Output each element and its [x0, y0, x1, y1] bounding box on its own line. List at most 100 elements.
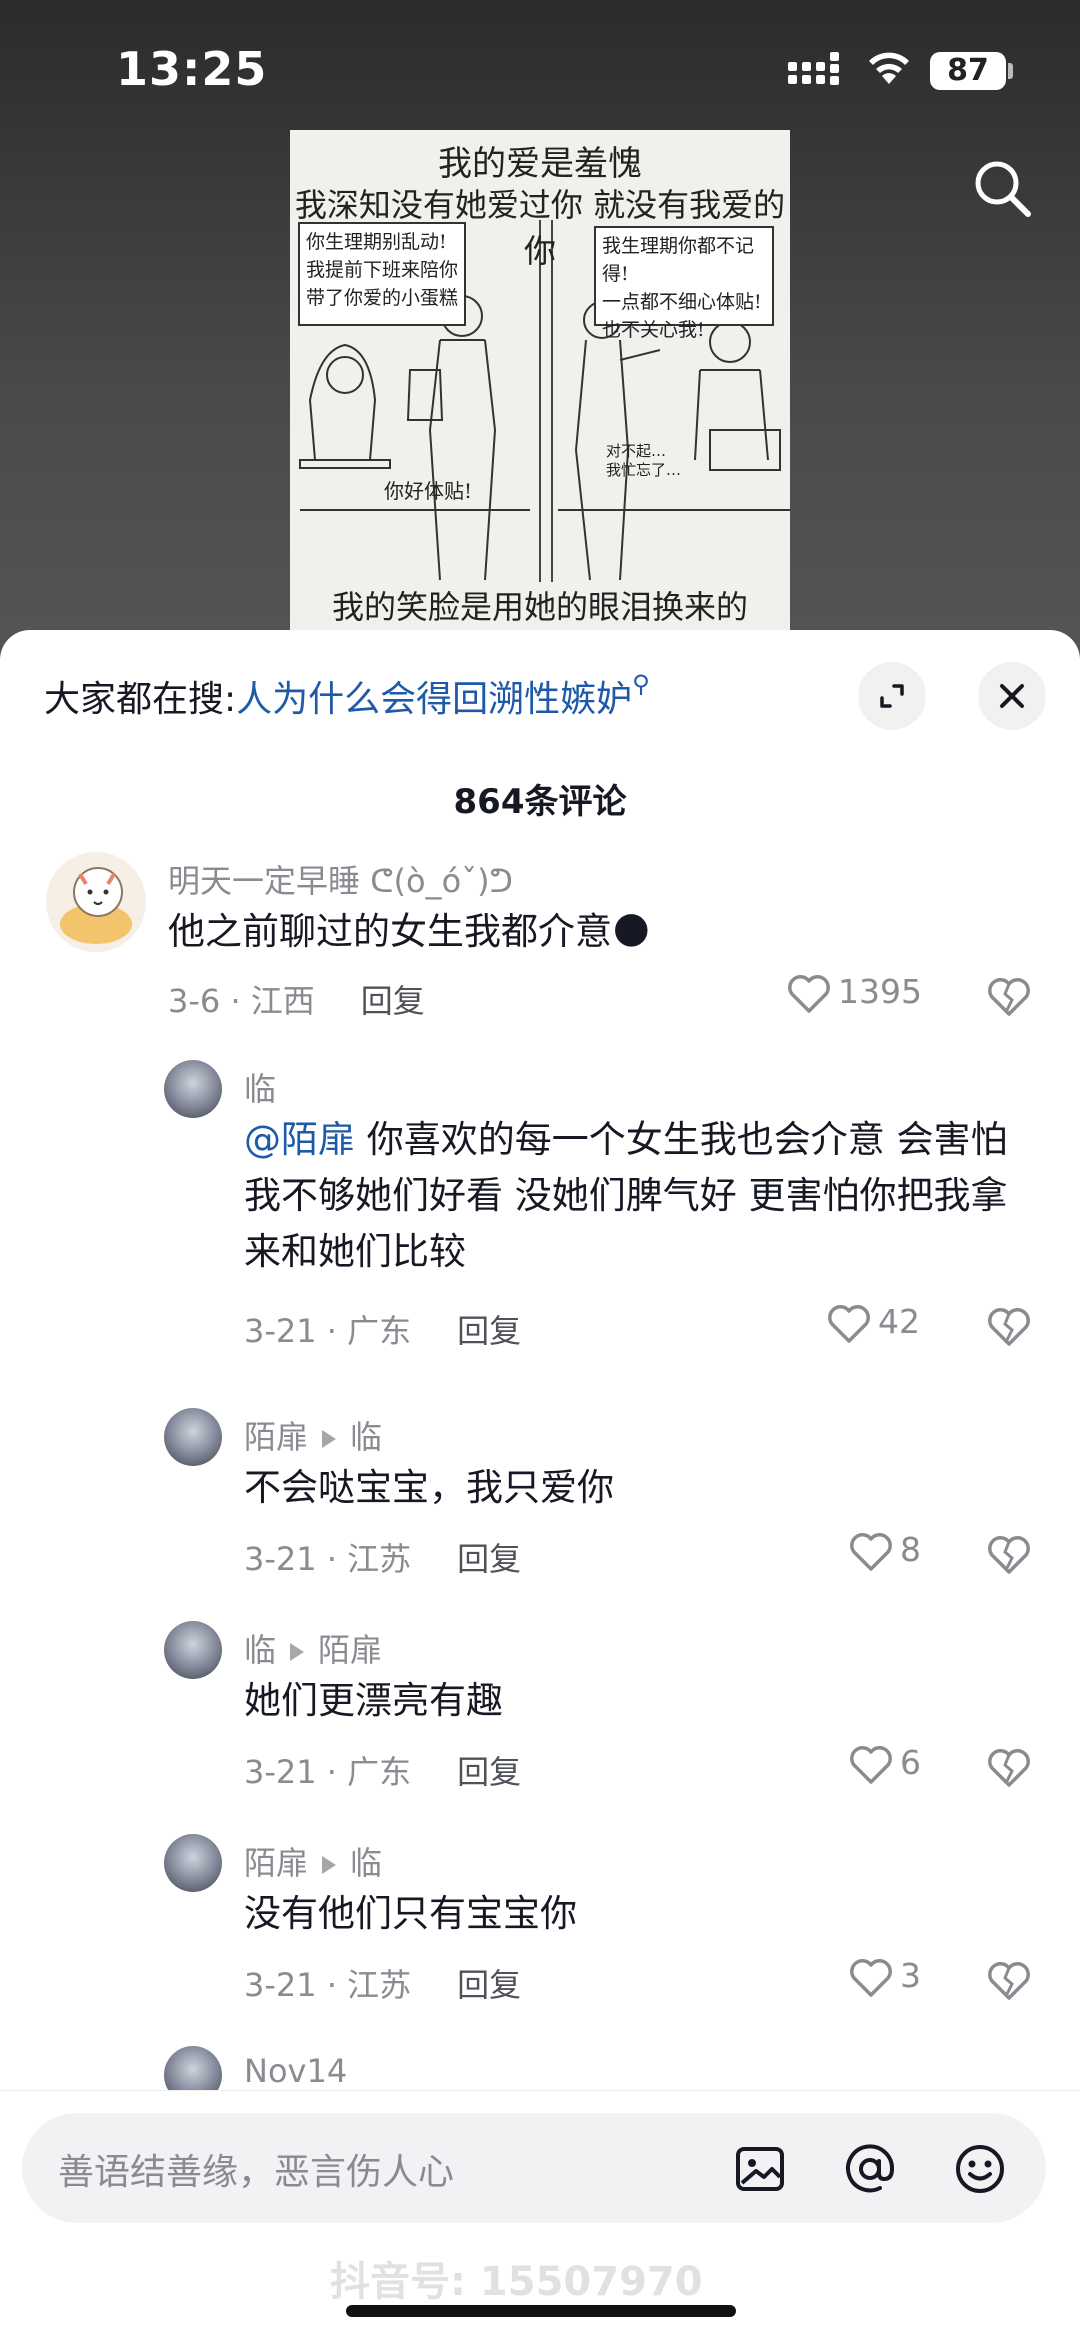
comment-date-location: 3-21 · 江苏	[244, 1540, 412, 1578]
broken-heart-icon[interactable]	[986, 1534, 1032, 1576]
reply-button[interactable]: 回复	[457, 1753, 521, 1791]
reply-author[interactable]: 临	[244, 1631, 276, 1669]
heart-icon	[850, 1745, 892, 1784]
like-button[interactable]: 8	[848, 1530, 921, 1573]
comment-text-body: 你喜欢的每一个女生我也会介意 会害怕我不够她们好看 没她们脾气好 更害怕你把我拿…	[244, 1118, 1008, 1273]
comment-text: 不会哒宝宝，我只爱你	[244, 1466, 614, 1509]
comment-date-location: 3-21 · 广东	[244, 1312, 412, 1350]
like-button[interactable]: 42	[826, 1302, 920, 1345]
reply-arrow-icon	[322, 1430, 337, 1448]
douyin-watermark: 抖音号: 15507970	[330, 2259, 703, 2305]
comment-meta: 3-21 · 广东 回复	[244, 1306, 521, 1352]
avatar[interactable]	[46, 852, 146, 952]
reply-target[interactable]: 临	[350, 1418, 382, 1456]
comment-meta: 3-6 · 江西 回复	[168, 976, 425, 1022]
mention-link[interactable]: @陌扉	[244, 1118, 355, 1161]
search-icon[interactable]	[970, 156, 1034, 220]
reply-button[interactable]: 回复	[457, 1966, 521, 2004]
comment-meta: 3-21 · 广东 回复	[244, 1747, 521, 1793]
comment-meta: 3-21 · 江苏 回复	[244, 1534, 521, 1580]
comment-date-location: 3-21 · 江苏	[244, 1966, 412, 2004]
reply-item[interactable]: 临 陌扉 她们更漂亮有趣 3-21 · 广东 回复 6	[0, 1621, 1080, 1791]
close-icon	[1000, 684, 1024, 708]
close-button[interactable]	[978, 662, 1046, 730]
reply-author[interactable]: 陌扉	[244, 1844, 308, 1882]
comment-text: 她们更漂亮有趣	[244, 1679, 503, 1722]
broken-heart-icon[interactable]	[986, 1960, 1032, 2002]
reply-button[interactable]: 回复	[361, 982, 425, 1020]
broken-heart-icon[interactable]	[986, 1306, 1032, 1348]
comment-text: 他之前聊过的女生我都介意🌑	[168, 904, 1028, 960]
home-indicator[interactable]	[346, 2305, 736, 2317]
comic-title: 我的爱是羞愧	[438, 144, 642, 184]
reply-arrow-icon	[322, 1856, 337, 1874]
avatar[interactable]	[164, 1621, 222, 1679]
heart-icon	[850, 1958, 892, 1997]
status-time: 13:25	[116, 42, 268, 96]
reply-target[interactable]: 临	[350, 1844, 382, 1882]
comic-bottom-caption: 我的笑脸是用她的眼泪换来的	[331, 588, 748, 626]
battery-tip	[1008, 63, 1013, 79]
comment-input-placeholder: 善语结善缘，恶言伤人心	[58, 2152, 455, 2193]
at-icon[interactable]	[842, 2141, 898, 2197]
heart-icon	[850, 1532, 892, 1571]
expand-button[interactable]	[858, 662, 926, 730]
comment-date-location: 3-21 · 广东	[244, 1753, 412, 1791]
reply-button[interactable]: 回复	[457, 1540, 521, 1578]
like-count: 6	[900, 1743, 921, 1782]
like-count: 3	[900, 1956, 921, 1995]
comment-input-bar: 善语结善缘，恶言伤人心 抖音号: 15507970	[0, 2090, 1080, 2337]
reply-target[interactable]: 陌扉	[318, 1631, 382, 1669]
reply-item[interactable]: 陌扉 临 不会哒宝宝，我只爱你 3-21 · 江苏 回复 8	[0, 1408, 1080, 1578]
comment-username[interactable]: 陌扉 临	[244, 1838, 382, 1884]
like-button[interactable]: 3	[848, 1956, 921, 1999]
reply-button[interactable]: 回复	[457, 1312, 521, 1350]
comic-caption-left: 你好体贴!	[384, 479, 473, 503]
reply-item[interactable]: 临 @陌扉 你喜欢的每一个女生我也会介意 会害怕我不够她们好看 没她们脾气好 更…	[0, 1060, 1080, 1380]
like-button[interactable]: 6	[848, 1743, 921, 1786]
comment-username[interactable]: Nov14	[244, 2052, 347, 2090]
like-button[interactable]: 1395	[786, 972, 922, 1015]
reply-arrow-icon	[290, 1643, 305, 1661]
comment-count: 864条评论	[453, 782, 627, 822]
avatar[interactable]	[164, 1834, 222, 1892]
heart-icon	[828, 1304, 870, 1343]
speech-bubble-right: 我生理期你都不记得! 一点都不细心体贴! 也不关心我!	[594, 226, 774, 341]
comment-text: 没有他们只有宝宝你	[244, 1892, 577, 1935]
cellular-signal-icon	[788, 52, 839, 85]
comment-input[interactable]: 善语结善缘，恶言伤人心	[22, 2113, 1046, 2223]
hot-search-magnifier-icon: ⚲	[632, 670, 650, 698]
reply-item[interactable]: 陌扉 临 没有他们只有宝宝你 3-21 · 江苏 回复 3	[0, 1834, 1080, 2004]
battery-indicator: 87	[930, 52, 1006, 90]
hot-search-prefix: 大家都在搜:	[44, 679, 237, 720]
like-count: 1395	[838, 972, 922, 1011]
heart-icon	[788, 974, 830, 1013]
avatar[interactable]	[164, 1060, 222, 1118]
comment-username[interactable]: 陌扉 临	[244, 1412, 382, 1458]
image-icon[interactable]	[732, 2141, 788, 2197]
broken-heart-icon[interactable]	[986, 1747, 1032, 1789]
comic-caption-right: 对不起… 我忙忘了…	[606, 442, 682, 479]
avatar[interactable]	[164, 1408, 222, 1466]
emoji-icon[interactable]	[952, 2141, 1008, 2197]
video-frame-comic[interactable]: 我的爱是羞愧 我深知没有她爱过你 就没有我爱的你 你生理期别乱动! 我提前下班来…	[290, 130, 790, 650]
wifi-icon	[869, 52, 909, 84]
comment-meta: 3-21 · 江苏 回复	[244, 1960, 521, 2006]
new-moon-emoji-icon: 🌑	[612, 910, 651, 953]
comment-username[interactable]: 临	[244, 1064, 276, 1110]
like-count: 42	[878, 1302, 920, 1341]
reply-author[interactable]: 陌扉	[244, 1418, 308, 1456]
comment-text: @陌扉 你喜欢的每一个女生我也会介意 会害怕我不够她们好看 没她们脾气好 更害怕…	[244, 1112, 1024, 1280]
expand-icon	[880, 684, 904, 708]
speech-bubble-left: 你生理期别乱动! 我提前下班来陪你 带了你爱的小蛋糕	[298, 222, 466, 326]
comment-username[interactable]: 临 陌扉	[244, 1625, 382, 1671]
comment-date-location: 3-6 · 江西	[168, 982, 315, 1020]
comment-text-body: 他之前聊过的女生我都介意	[168, 910, 612, 953]
hot-search-bar[interactable]: 大家都在搜:人为什么会得回溯性嫉妒⚲	[44, 670, 650, 722]
cat-avatar-icon	[60, 867, 132, 944]
hot-search-keyword[interactable]: 人为什么会得回溯性嫉妒	[236, 679, 632, 720]
like-count: 8	[900, 1530, 921, 1569]
comment-sheet: 大家都在搜:人为什么会得回溯性嫉妒⚲ 864条评论 明天一定早睡 ᕦ(ò_óˇ)…	[0, 630, 1080, 2337]
comment-username[interactable]: 明天一定早睡 ᕦ(ò_óˇ)ᕤ	[168, 856, 513, 902]
broken-heart-icon[interactable]	[986, 976, 1032, 1018]
